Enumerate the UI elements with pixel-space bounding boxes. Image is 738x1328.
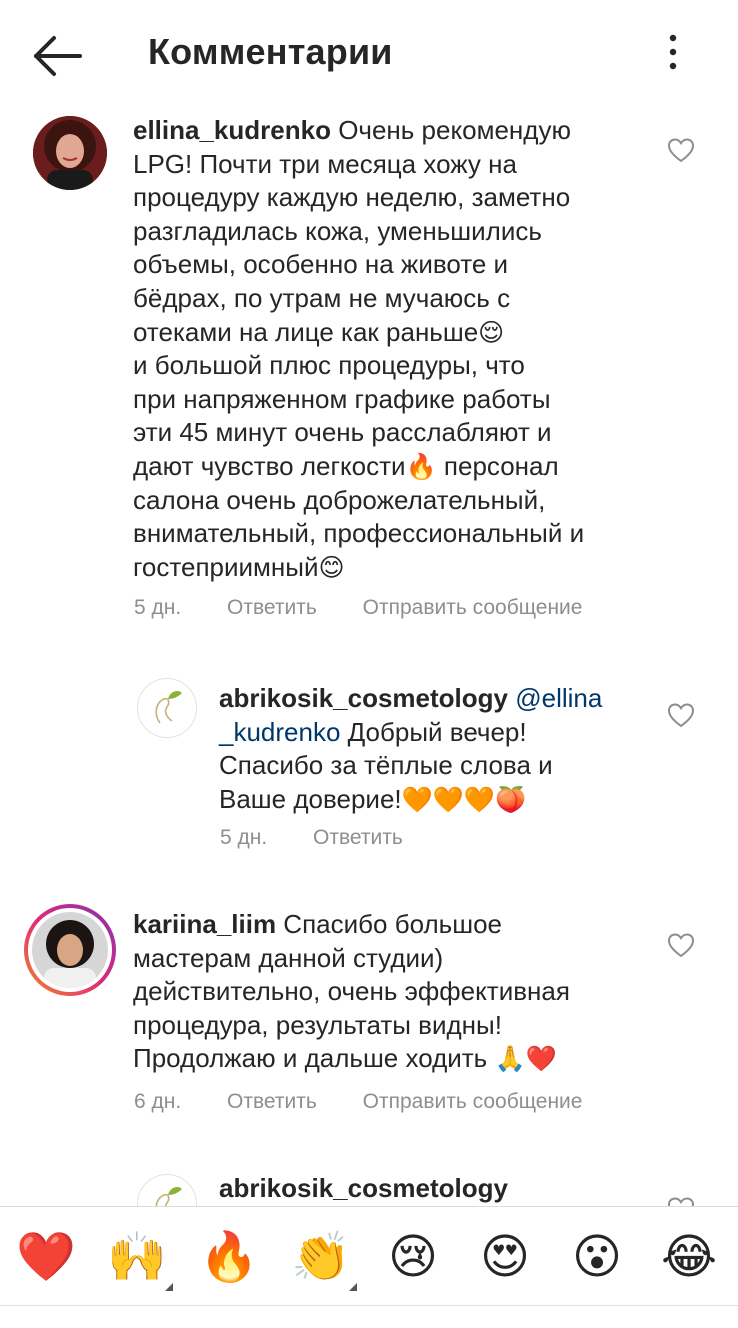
quick-reactions-bar: ❤️ 🙌 🔥 👏 😢 😍 😮 😂 <box>0 1206 738 1328</box>
reply-item: abrikosik_cosmetology @ellina _kudrenko … <box>0 668 738 888</box>
more-options-button[interactable] <box>658 32 688 72</box>
send-message-button[interactable]: Отправить сообщение <box>363 1090 583 1114</box>
surprised-reaction[interactable]: 😮 <box>567 1227 627 1287</box>
hearts-peach-emoji: 🧡🧡🧡🍑 <box>401 784 527 814</box>
skin-tone-indicator <box>349 1283 357 1291</box>
comments-feed[interactable]: ellina_kudrenko Очень рекомендую LPG! По… <box>0 108 738 1206</box>
heart-outline-icon <box>667 1197 695 1206</box>
brand-logo-icon <box>139 1176 196 1206</box>
crying-reaction[interactable]: 😢 <box>383 1227 443 1287</box>
user-avatar-image <box>33 116 107 190</box>
top-bar: Комментарии <box>0 0 738 108</box>
avatar[interactable] <box>137 1174 197 1206</box>
comment-username[interactable]: ellina_kudrenko <box>133 115 331 145</box>
comment-item: kariina_liim Спасибо большое мастерам да… <box>0 904 738 1154</box>
like-button[interactable] <box>667 932 695 958</box>
heart-eyes-reaction[interactable]: 😍 <box>475 1227 535 1287</box>
like-button[interactable] <box>667 702 695 728</box>
comment-meta: 6 дн. Ответить Отправить сообщение <box>134 1090 622 1114</box>
comment-meta: 5 дн. Ответить <box>220 826 443 850</box>
divider <box>0 1305 738 1306</box>
mention-link[interactable]: _kudrenko <box>219 717 340 747</box>
brand-logo-icon <box>139 680 196 737</box>
comment-text: kariina_liim Спасибо большое мастерам да… <box>133 909 570 1074</box>
smiling-face-emoji: 😊 <box>318 552 345 582</box>
heart-reaction[interactable]: ❤️ <box>16 1227 76 1287</box>
comment-item: ellina_kudrenko Очень рекомендую LPG! По… <box>0 108 738 668</box>
comment-time: 5 дн. <box>134 596 182 619</box>
arrow-left-icon <box>34 36 82 76</box>
avatar-story-ring[interactable] <box>24 904 116 996</box>
fire-emoji: 🔥 <box>405 451 437 481</box>
avatar[interactable] <box>137 678 197 738</box>
avatar[interactable] <box>33 116 107 190</box>
laughing-reaction[interactable]: 😂 <box>659 1227 719 1287</box>
comment-text: ellina_kudrenko Очень рекомендую LPG! По… <box>133 115 585 582</box>
like-button[interactable] <box>667 137 695 163</box>
pray-heart-emoji: 🙏❤️ <box>494 1044 557 1074</box>
raised-hands-reaction[interactable]: 🙌 <box>107 1227 167 1287</box>
comment-time: 5 дн. <box>220 826 268 849</box>
relieved-face-emoji: 😌 <box>478 317 505 347</box>
comment-username[interactable]: abrikosik_cosmetology <box>219 683 508 713</box>
reply-button[interactable]: Ответить <box>227 1090 317 1114</box>
comment-meta: 5 дн. Ответить Отправить сообщение <box>134 596 622 620</box>
heart-outline-icon <box>667 703 695 728</box>
reply-button[interactable]: Ответить <box>227 596 317 620</box>
comment-text: abrikosik_cosmetology <box>219 1172 639 1206</box>
comment-text: abrikosik_cosmetology @ellina _kudrenko … <box>219 683 603 814</box>
like-button[interactable] <box>667 1196 695 1206</box>
heart-outline-icon <box>667 933 695 958</box>
comment-username[interactable]: kariina_liim <box>133 909 276 939</box>
comment-username[interactable]: abrikosik_cosmetology <box>219 1173 508 1203</box>
heart-outline-icon <box>667 138 695 163</box>
comment-time: 6 дн. <box>134 1090 182 1113</box>
reply-button[interactable]: Ответить <box>313 826 403 850</box>
page-title: Комментарии <box>148 31 393 72</box>
fire-reaction[interactable]: 🔥 <box>199 1227 259 1287</box>
skin-tone-indicator <box>165 1283 173 1291</box>
mention-link[interactable]: @ellina <box>515 683 602 713</box>
back-button[interactable] <box>30 34 86 78</box>
more-vertical-icon <box>669 34 677 70</box>
clap-reaction[interactable]: 👏 <box>291 1227 351 1287</box>
reply-item: abrikosik_cosmetology <box>0 1168 738 1206</box>
user-avatar-image <box>32 912 108 988</box>
send-message-button[interactable]: Отправить сообщение <box>363 596 583 620</box>
